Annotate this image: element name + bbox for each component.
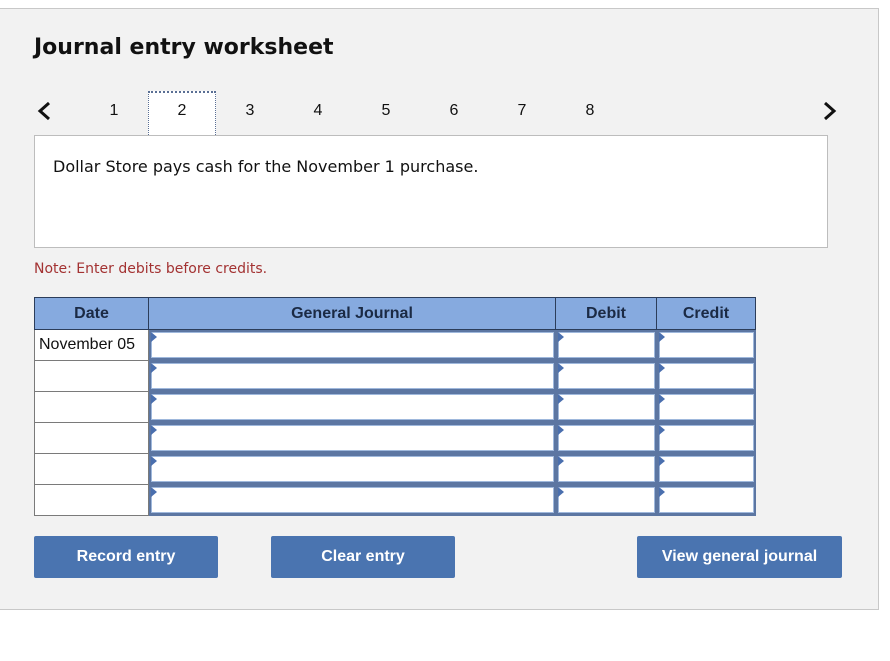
input-flag-icon [658,486,665,497]
credit-cell [656,484,756,516]
debit-cell [555,484,657,516]
credit-cell [656,360,756,392]
debit-cell [555,422,657,454]
previous-entry-button[interactable] [33,99,57,123]
column-header-debit: Debit [555,297,657,330]
debit-cell [555,453,657,485]
account-cell [148,453,556,485]
chevron-right-icon [824,101,837,121]
debit-input[interactable] [557,456,655,482]
account-input[interactable] [151,425,554,451]
account-input[interactable] [151,363,554,389]
instruction-note: Note: Enter debits before credits. [34,261,268,277]
account-cell [148,329,556,361]
view-general-journal-button[interactable]: View general journal [637,536,842,578]
column-header-general-journal: General Journal [148,297,556,330]
account-input[interactable] [151,487,554,513]
page-title: Journal entry worksheet [34,35,334,60]
dropdown-flag-icon [151,455,157,466]
date-cell[interactable] [34,360,149,392]
credit-input[interactable] [658,425,754,451]
table-row [34,360,756,392]
dropdown-flag-icon [151,486,157,497]
next-entry-button[interactable] [817,99,841,123]
debit-input[interactable] [557,394,655,420]
input-flag-icon [658,362,665,373]
date-cell: November 05 [34,329,149,361]
credit-input[interactable] [658,363,754,389]
account-input[interactable] [151,456,554,482]
record-entry-button[interactable]: Record entry [34,536,218,578]
transaction-description-box: Dollar Store pays cash for the November … [34,135,828,248]
credit-input[interactable] [658,456,754,482]
debit-cell [555,329,657,361]
clear-entry-button[interactable]: Clear entry [271,536,455,578]
debit-input[interactable] [557,332,655,359]
input-flag-icon [557,362,564,373]
input-flag-icon [658,455,665,466]
table-row [34,422,756,454]
table-row [34,484,756,516]
dropdown-flag-icon [151,393,157,404]
debit-cell [555,360,657,392]
credit-cell [656,329,756,361]
chevron-left-icon [37,101,50,121]
dropdown-flag-icon [151,362,157,373]
input-flag-icon [557,332,564,342]
date-cell[interactable] [34,453,149,485]
table-row [34,391,756,423]
debit-input[interactable] [557,487,655,513]
dropdown-flag-icon [151,424,157,435]
input-flag-icon [658,332,665,342]
journal-entry-table: Date General Journal Debit Credit Novemb… [34,297,756,516]
table-row: November 05 [34,329,756,361]
debit-cell [555,391,657,423]
input-flag-icon [557,455,564,466]
account-cell [148,422,556,454]
credit-input[interactable] [658,332,754,359]
date-cell[interactable] [34,422,149,454]
column-header-date: Date [34,297,149,330]
account-input[interactable] [151,332,554,359]
account-input[interactable] [151,394,554,420]
account-cell [148,360,556,392]
input-flag-icon [557,486,564,497]
input-flag-icon [557,424,564,435]
table-row [34,453,756,485]
credit-cell [656,391,756,423]
debit-input[interactable] [557,363,655,389]
date-cell[interactable] [34,391,149,423]
credit-input[interactable] [658,394,754,420]
table-header-row: Date General Journal Debit Credit [34,297,756,330]
credit-input[interactable] [658,487,754,513]
input-flag-icon [658,424,665,435]
dropdown-flag-icon [151,332,157,342]
column-header-credit: Credit [656,297,756,330]
account-cell [148,391,556,423]
input-flag-icon [557,393,564,404]
credit-cell [656,453,756,485]
credit-cell [656,422,756,454]
account-cell [148,484,556,516]
transaction-description: Dollar Store pays cash for the November … [53,157,479,176]
input-flag-icon [658,393,665,404]
date-cell[interactable] [34,484,149,516]
debit-input[interactable] [557,425,655,451]
